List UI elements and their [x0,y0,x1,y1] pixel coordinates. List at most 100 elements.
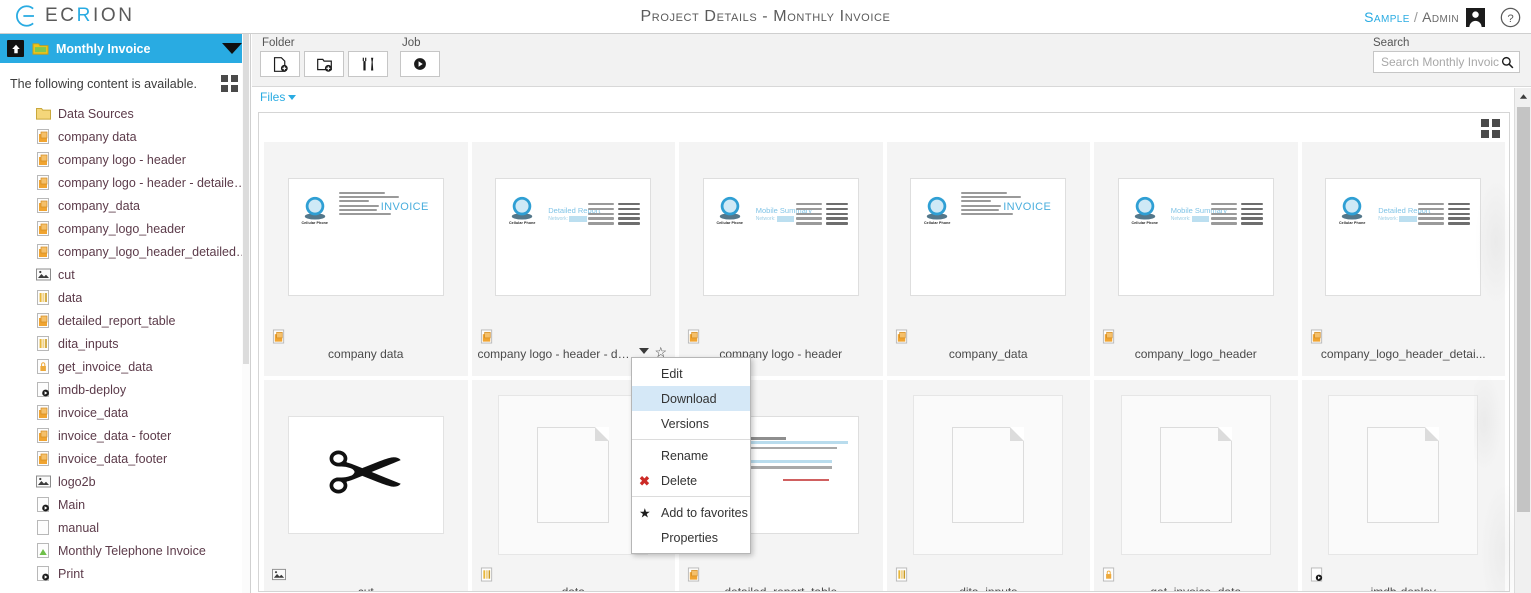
sidebar-item[interactable]: Print [0,562,250,585]
image-file-icon [36,475,51,488]
context-menu-item-label: Rename [661,448,709,463]
thumbnail-preview [498,395,649,555]
thumb-brand: Cellular Phone [1131,221,1159,225]
sidebar-item[interactable]: Monthly Telephone Invoice [0,539,250,562]
page-scrollbar[interactable] [1514,88,1531,593]
file-thumbnail[interactable]: Cellular Phone Mobile Summary Network: [679,142,883,332]
file-card-label: detailed_report_table [724,585,838,592]
context-menu-item[interactable]: Download [632,386,750,411]
files-grid: Cellular Phone INVOICE company data Cellula… [259,142,1509,592]
new-file-button[interactable] [260,51,300,77]
sidebar-item[interactable]: data [0,286,250,309]
sidebar-folder-name: Monthly Invoice [56,41,151,56]
file-card[interactable]: Cellular Phone Mobile Summary Network: com… [1094,142,1298,376]
search-input[interactable] [1379,54,1501,70]
lock-file-icon [1102,567,1115,582]
action-toolbar: Folder Job Search Search Monthly Invoice [252,34,1531,87]
grid-view-icon[interactable] [221,75,238,92]
file-card-footer: company_data [887,329,1091,376]
data-file-icon [895,567,907,582]
search-box[interactable] [1373,51,1520,73]
sidebar-item[interactable]: get_invoice_data [0,355,250,378]
sidebar-subtitle: The following content is available. [10,76,197,91]
sidebar-item[interactable]: imdb-deploy [0,378,250,401]
thumb-report-sub: Network: [1378,216,1417,222]
chevron-down-icon[interactable] [639,348,649,354]
sidebar-scrollbar[interactable] [242,34,250,593]
sidebar-item[interactable]: company_logo_header [0,217,250,240]
context-menu-item[interactable]: Edit [632,361,750,386]
sidebar-item[interactable]: company_logo_header_detailed_report [0,240,250,263]
top-header-bar: ECRION Project Details - Monthly Invoice… [0,0,1531,34]
user-avatar-icon[interactable] [1466,7,1485,27]
help-circle-icon[interactable]: ? [1500,7,1521,28]
arrow-up-icon[interactable] [7,40,24,57]
sidebar-item[interactable]: detailed_report_table [0,309,250,332]
sidebar-item-label: company_logo_header_detailed_report [58,244,250,259]
file-card[interactable]: imdb-deploy [1301,380,1506,591]
sidebar-item-label: data [58,290,83,305]
context-menu-item-label: Delete [661,473,698,488]
file-card[interactable]: Cellular Phone Mobile Summary Network: com… [679,142,883,376]
context-menu-item[interactable]: ✖ Delete [632,468,750,493]
sidebar-item[interactable]: Data Sources [0,102,250,125]
sidebar-item-label: company data [58,129,137,144]
triangle-down-icon[interactable] [288,95,297,100]
thumb-field-list [1210,203,1263,227]
file-thumbnail[interactable]: Cellular Phone Mobile Summary Network: [1094,142,1298,332]
search-icon[interactable] [1501,56,1514,69]
file-card[interactable]: Cellular Phone Detailed Report Network: co… [1301,142,1506,376]
sidebar-item[interactable]: invoice_data [0,401,250,424]
file-card-label: company_data [948,347,1028,361]
new-folder-button[interactable] [304,51,344,77]
context-menu-item[interactable]: Versions [632,411,750,436]
file-card[interactable]: dita_inputs [886,380,1091,591]
sidebar-item[interactable]: logo2b [0,470,250,493]
file-thumbnail[interactable]: Cellular Phone INVOICE [887,142,1091,332]
file-card-label: cut [357,585,374,592]
file-thumbnail[interactable]: Cellular Phone Detailed Report Network: [472,142,676,332]
grid-view-icon[interactable] [1481,119,1500,138]
thumb-field-list [795,203,848,227]
sidebar-item[interactable]: dita_inputs [0,332,250,355]
file-thumbnail[interactable] [1302,380,1506,570]
file-thumbnail[interactable]: Cellular Phone Detailed Report Network: [1302,142,1506,332]
data-file-icon [37,290,49,305]
files-section-label[interactable]: Files [260,90,285,104]
sidebar-item[interactable]: company_data [0,194,250,217]
context-menu-item[interactable]: Rename [632,443,750,468]
file-thumbnail[interactable]: ✂ [264,380,468,570]
thumbnail-preview [913,395,1064,555]
scrollbar-thumb[interactable] [1517,107,1530,512]
sidebar-item[interactable]: cut [0,263,250,286]
file-card[interactable]: Cellular Phone Detailed Report Network: co… [471,142,676,376]
sidebar-item-label: Print [58,566,84,581]
file-thumbnail[interactable]: Cellular Phone INVOICE [264,142,468,332]
file-card[interactable]: ✂ cut [264,380,468,592]
sidebar-item-label: imdb-deploy [58,382,127,397]
file-thumbnail[interactable] [1094,380,1298,570]
sidebar-item[interactable]: invoice_data - footer [0,424,250,447]
sidebar-item[interactable]: company logo - header - detailed rep... [0,171,250,194]
sidebar-item[interactable]: company logo - header [0,148,250,171]
sidebar-item[interactable]: Main [0,493,250,516]
context-menu-item[interactable]: ★ Add to favorites [632,500,750,525]
folder-settings-button[interactable] [348,51,388,77]
phone-logo-icon [512,196,533,220]
scroll-up-arrow-icon[interactable] [1515,88,1531,105]
context-menu-item[interactable]: Properties [632,525,750,550]
file-thumbnail[interactable] [887,380,1091,570]
image-file-icon [36,268,51,281]
file-card-label: data [561,585,585,592]
context-menu-item-label: Edit [661,366,683,381]
file-card[interactable]: get_invoice_data [1094,380,1298,591]
sidebar-item[interactable]: invoice_data_footer [0,447,250,470]
context-menu-item-label: Add to favorites [661,505,748,520]
file-card[interactable]: Cellular Phone INVOICE company data [264,142,468,376]
account-info[interactable]: Sample / Admin [1364,0,1485,34]
sidebar-item[interactable]: company data [0,125,250,148]
run-job-button[interactable] [400,51,440,77]
chevron-down-icon[interactable] [222,43,242,54]
sidebar-item[interactable]: manual [0,516,250,539]
file-card[interactable]: Cellular Phone INVOICE company_data [886,142,1091,376]
